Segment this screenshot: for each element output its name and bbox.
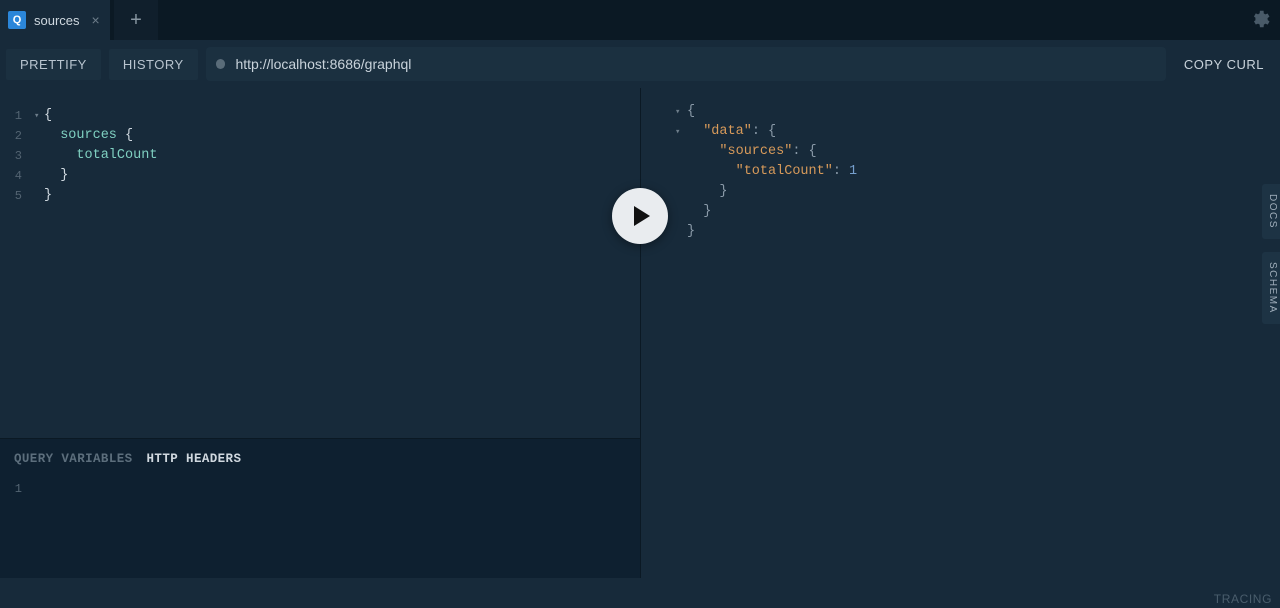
line-number: 1 xyxy=(0,479,22,499)
execute-button[interactable] xyxy=(612,188,668,244)
json-token: : xyxy=(833,164,849,179)
tab-query-variables[interactable]: QUERY VARIABLES xyxy=(14,449,133,469)
json-token: { xyxy=(687,104,695,119)
play-icon xyxy=(634,206,650,226)
code-token: { xyxy=(117,128,133,143)
tracing-label[interactable]: TRACING xyxy=(1214,592,1272,606)
line-number: 2 xyxy=(0,126,22,146)
gear-icon[interactable] xyxy=(1248,8,1270,35)
result-json[interactable]: ▾{ ▾ "data": { "sources": { "totalCount"… xyxy=(675,102,1280,242)
variables-pane: QUERY VARIABLES HTTP HEADERS 1 xyxy=(0,438,640,578)
json-token: "sources" xyxy=(719,144,792,159)
query-badge-icon: Q xyxy=(8,11,26,29)
line-gutter: 1 2 3 4 5 xyxy=(0,106,28,438)
main-area: 1 2 3 4 5 ▾{ sources { totalCount } } QU… xyxy=(0,88,1280,578)
code-token: } xyxy=(60,168,68,183)
code-token: } xyxy=(44,188,52,203)
tab-http-headers[interactable]: HTTP HEADERS xyxy=(147,449,242,469)
variables-editor[interactable]: 1 xyxy=(0,471,640,499)
code-token: { xyxy=(44,108,52,123)
query-editor[interactable]: 1 2 3 4 5 ▾{ sources { totalCount } } xyxy=(0,88,640,438)
status-dot-icon xyxy=(216,59,226,69)
fold-icon[interactable]: ▾ xyxy=(675,122,685,142)
json-token: 1 xyxy=(849,164,857,179)
history-button[interactable]: HISTORY xyxy=(109,49,198,80)
code-token: totalCount xyxy=(76,148,157,163)
tab-title: sources xyxy=(34,13,80,28)
line-number: 4 xyxy=(0,166,22,186)
json-token: } xyxy=(687,224,695,239)
copy-curl-button[interactable]: COPY CURL xyxy=(1174,57,1274,72)
endpoint-input-container xyxy=(206,47,1166,81)
json-token: : { xyxy=(752,124,776,139)
tab-bar: Q sources × + xyxy=(0,0,1280,40)
json-token: "data" xyxy=(703,124,752,139)
schema-button[interactable]: SCHEMA xyxy=(1262,252,1280,324)
editor-pane: 1 2 3 4 5 ▾{ sources { totalCount } } QU… xyxy=(0,88,640,578)
line-number: 5 xyxy=(0,186,22,206)
query-code: ▾{ sources { totalCount } } xyxy=(28,106,157,438)
line-gutter: 1 xyxy=(0,479,28,499)
fold-icon[interactable]: ▾ xyxy=(675,102,685,122)
json-token: } xyxy=(719,184,727,199)
tab-sources[interactable]: Q sources × xyxy=(0,0,110,40)
plus-icon: + xyxy=(130,10,142,30)
prettify-button[interactable]: PRETTIFY xyxy=(6,49,101,80)
code-token: sources xyxy=(60,128,117,143)
new-tab-button[interactable]: + xyxy=(114,0,158,40)
docs-button[interactable]: DOCS xyxy=(1262,184,1280,239)
toolbar: PRETTIFY HISTORY COPY CURL xyxy=(0,40,1280,88)
json-token: } xyxy=(703,204,711,219)
fold-icon[interactable]: ▾ xyxy=(34,106,44,126)
json-token: : { xyxy=(792,144,816,159)
json-token: "totalCount" xyxy=(736,164,833,179)
line-number: 1 xyxy=(0,106,22,126)
endpoint-input[interactable] xyxy=(235,56,1155,72)
close-icon[interactable]: × xyxy=(92,12,100,28)
results-pane: ▾{ ▾ "data": { "sources": { "totalCount"… xyxy=(640,88,1280,578)
line-number: 3 xyxy=(0,146,22,166)
